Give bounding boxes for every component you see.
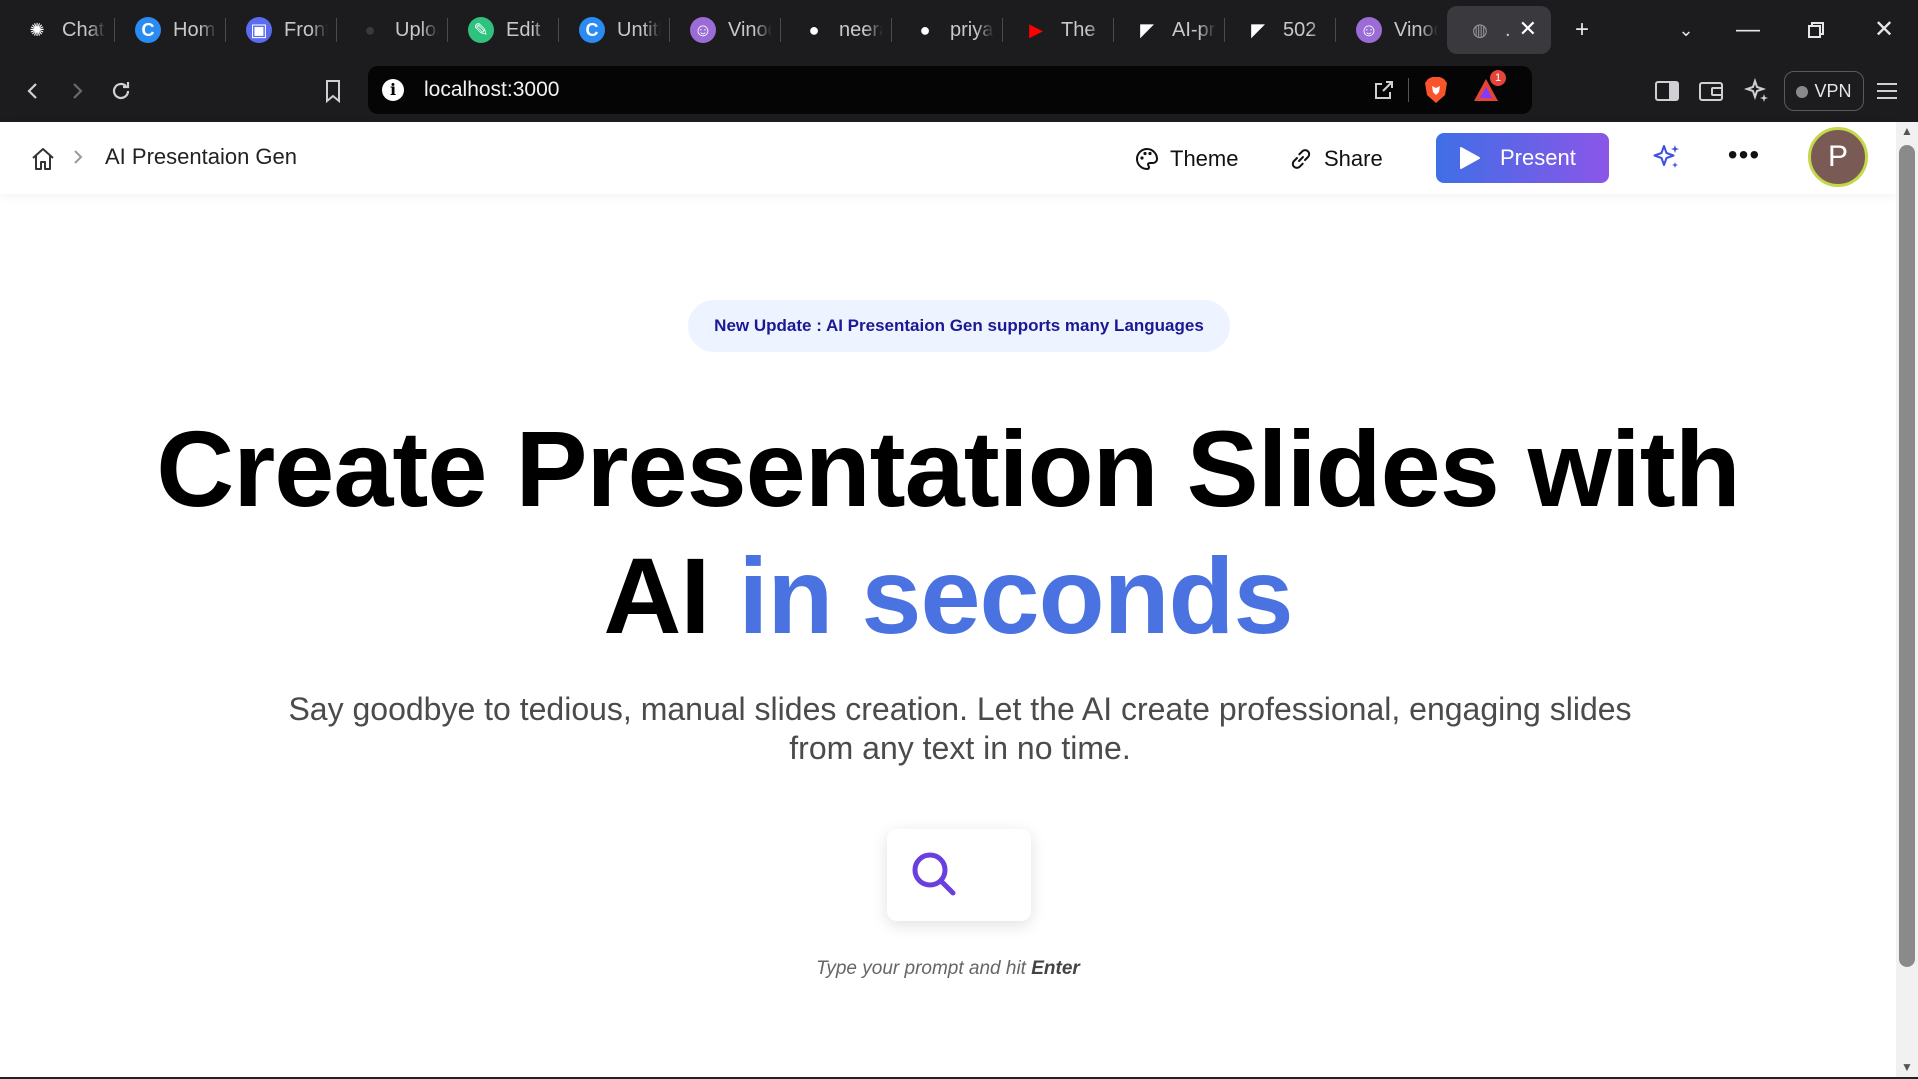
prompt-hint: Type your prompt and hit Enter bbox=[0, 958, 1896, 980]
browser-tab[interactable]: ● priya bbox=[892, 6, 1003, 54]
browser-tab[interactable]: ▣ Frontend bbox=[226, 6, 337, 54]
browser-toolbar: i localhost:3000 1 VPN bbox=[0, 60, 1918, 122]
browser-tab[interactable]: C Untitled bbox=[559, 6, 670, 54]
scrollbar-thumb[interactable] bbox=[1899, 145, 1915, 967]
scroll-up-arrow[interactable]: ▲ bbox=[1900, 124, 1914, 138]
theme-button[interactable]: Theme bbox=[1134, 140, 1238, 178]
github-icon: ● bbox=[808, 19, 820, 40]
vercel-icon: ◤ bbox=[1251, 19, 1265, 40]
vpn-status-dot bbox=[1796, 86, 1809, 98]
link-icon bbox=[1291, 149, 1311, 169]
sidebar-toggle-icon[interactable] bbox=[1650, 74, 1684, 108]
browser-tab[interactable]: ▶ The bbox=[1003, 6, 1114, 54]
chatgpt-icon: ✺ bbox=[29, 19, 45, 40]
vpn-button[interactable]: VPN bbox=[1784, 71, 1864, 111]
vercel-icon: ◤ bbox=[1140, 19, 1154, 40]
browser-tab-title: AI-presentation bbox=[1172, 18, 1216, 41]
announcement-badge[interactable]: New Update : AI Presentaion Gen supports… bbox=[688, 300, 1230, 352]
browser-tab[interactable]: ● Upload bbox=[337, 6, 448, 54]
browser-tab[interactable]: ✎ Edit bbox=[448, 6, 559, 54]
printer-icon: ▣ bbox=[246, 17, 272, 43]
home-icon[interactable] bbox=[30, 146, 56, 172]
address-bar[interactable]: i localhost:3000 1 bbox=[368, 66, 1532, 114]
share-label: Share bbox=[1324, 146, 1383, 171]
brave-shields-icon[interactable] bbox=[1424, 76, 1448, 104]
hero-headline: Create Presentation Slides with AI in sec… bbox=[0, 405, 1896, 659]
hint-key: Enter bbox=[1031, 958, 1080, 979]
browser-tab-title: Vinod bbox=[728, 18, 772, 41]
bookmark-icon[interactable] bbox=[314, 72, 352, 110]
headline-line: Create Presentation Slides with AI in sec… bbox=[0, 405, 1896, 659]
close-tab-icon[interactable]: ✕ bbox=[1519, 16, 1537, 42]
play-icon bbox=[1460, 147, 1480, 169]
omnibox-divider bbox=[1408, 78, 1409, 102]
wallet-icon[interactable] bbox=[1694, 74, 1728, 108]
browser-tab-title: The bbox=[1061, 18, 1096, 41]
minimize-button[interactable]: — bbox=[1728, 10, 1768, 50]
github-icon: ● bbox=[919, 19, 931, 40]
hero-subtitle: Say goodbye to tedious, manual slides cr… bbox=[288, 691, 1632, 766]
edit-icon: ✎ bbox=[468, 17, 494, 43]
close-window-button[interactable]: ✕ bbox=[1864, 10, 1904, 50]
site-info-icon[interactable]: i bbox=[382, 79, 404, 101]
headline-line-1: Create Presentation Slides with bbox=[156, 408, 1740, 529]
browser-tab-title: 502 bbox=[1283, 18, 1317, 41]
browser-tab-title: Upload bbox=[395, 18, 439, 41]
browser-tab[interactable]: ◤ AI-presentation bbox=[1114, 6, 1225, 54]
ai-sparkle-icon[interactable] bbox=[1652, 142, 1682, 172]
more-options-icon[interactable]: ••• bbox=[1726, 140, 1762, 176]
tab-search-chevron-icon[interactable]: ⌄ bbox=[1666, 10, 1706, 50]
breadcrumb-chevron-icon bbox=[72, 148, 84, 171]
browser-tab-title: Home bbox=[173, 18, 217, 41]
search-icon[interactable] bbox=[909, 849, 959, 899]
canva-icon: C bbox=[579, 17, 605, 43]
forward-button[interactable] bbox=[58, 72, 96, 110]
headline-highlight: in seconds bbox=[738, 535, 1293, 656]
browser-tab-title: . bbox=[1505, 18, 1511, 41]
browser-tab-title: Edit bbox=[506, 18, 541, 41]
prompt-search-box[interactable] bbox=[887, 829, 1031, 921]
globe-icon: ◍ bbox=[1472, 19, 1488, 40]
share-button[interactable]: Share bbox=[1288, 140, 1383, 178]
browser-tab-title: Untitled bbox=[617, 18, 661, 41]
headline-line-2: AI bbox=[603, 535, 739, 656]
browser-tab[interactable]: ✺ ChatGPT bbox=[4, 6, 115, 54]
browser-tab-title: priya bbox=[950, 18, 994, 41]
user-avatar[interactable]: P bbox=[1808, 127, 1868, 187]
palette-icon bbox=[1136, 147, 1159, 171]
breadcrumb-title[interactable]: AI Presentaion Gen bbox=[105, 144, 297, 170]
present-label: Present bbox=[1500, 145, 1576, 170]
reload-button[interactable] bbox=[102, 72, 140, 110]
browser-tab[interactable]: ◤ 502 bbox=[1225, 6, 1336, 54]
browser-tab-bar: ✺ ChatGPT C Home ▣ Frontend ● Upload ✎ Edit C Untit… bbox=[0, 0, 1918, 60]
menu-icon[interactable] bbox=[1870, 74, 1904, 108]
browser-tab[interactable]: C Home bbox=[115, 6, 226, 54]
browser-tab-title: Frontend bbox=[284, 18, 328, 41]
github-icon: ● bbox=[364, 19, 376, 40]
new-tab-button[interactable]: + bbox=[1562, 10, 1602, 50]
avatar-icon: ☺ bbox=[1356, 17, 1382, 43]
browser-tab[interactable]: ● neeraj bbox=[781, 6, 892, 54]
app-header: AI Presentaion Gen Theme Share Present •… bbox=[0, 122, 1896, 194]
rewards-badge: 1 bbox=[1490, 70, 1506, 86]
youtube-icon: ▶ bbox=[1029, 19, 1043, 40]
browser-tab-title: Vinod bbox=[1394, 18, 1438, 41]
browser-tab[interactable]: ☺ Vinod bbox=[1336, 6, 1447, 54]
present-button[interactable]: Present bbox=[1436, 133, 1609, 183]
browser-tab[interactable]: ◍. ✕ bbox=[1447, 6, 1551, 54]
share-page-icon[interactable] bbox=[1372, 78, 1396, 102]
hint-text: Type your prompt and hit bbox=[816, 958, 1026, 979]
theme-label: Theme bbox=[1170, 146, 1239, 171]
scroll-down-arrow[interactable]: ▼ bbox=[1900, 1060, 1914, 1074]
restore-button[interactable] bbox=[1796, 10, 1836, 50]
back-button[interactable] bbox=[14, 72, 52, 110]
canva-icon: C bbox=[135, 17, 161, 43]
leo-ai-icon[interactable] bbox=[1740, 74, 1774, 108]
browser-tab[interactable]: ☺ Vinod bbox=[670, 6, 781, 54]
url-text[interactable]: localhost:3000 bbox=[424, 78, 559, 102]
avatar-icon: ☺ bbox=[690, 17, 716, 43]
browser-tab-title: ChatGPT bbox=[62, 18, 106, 41]
browser-tab-title: neeraj bbox=[839, 18, 883, 41]
vpn-label: VPN bbox=[1814, 81, 1852, 101]
